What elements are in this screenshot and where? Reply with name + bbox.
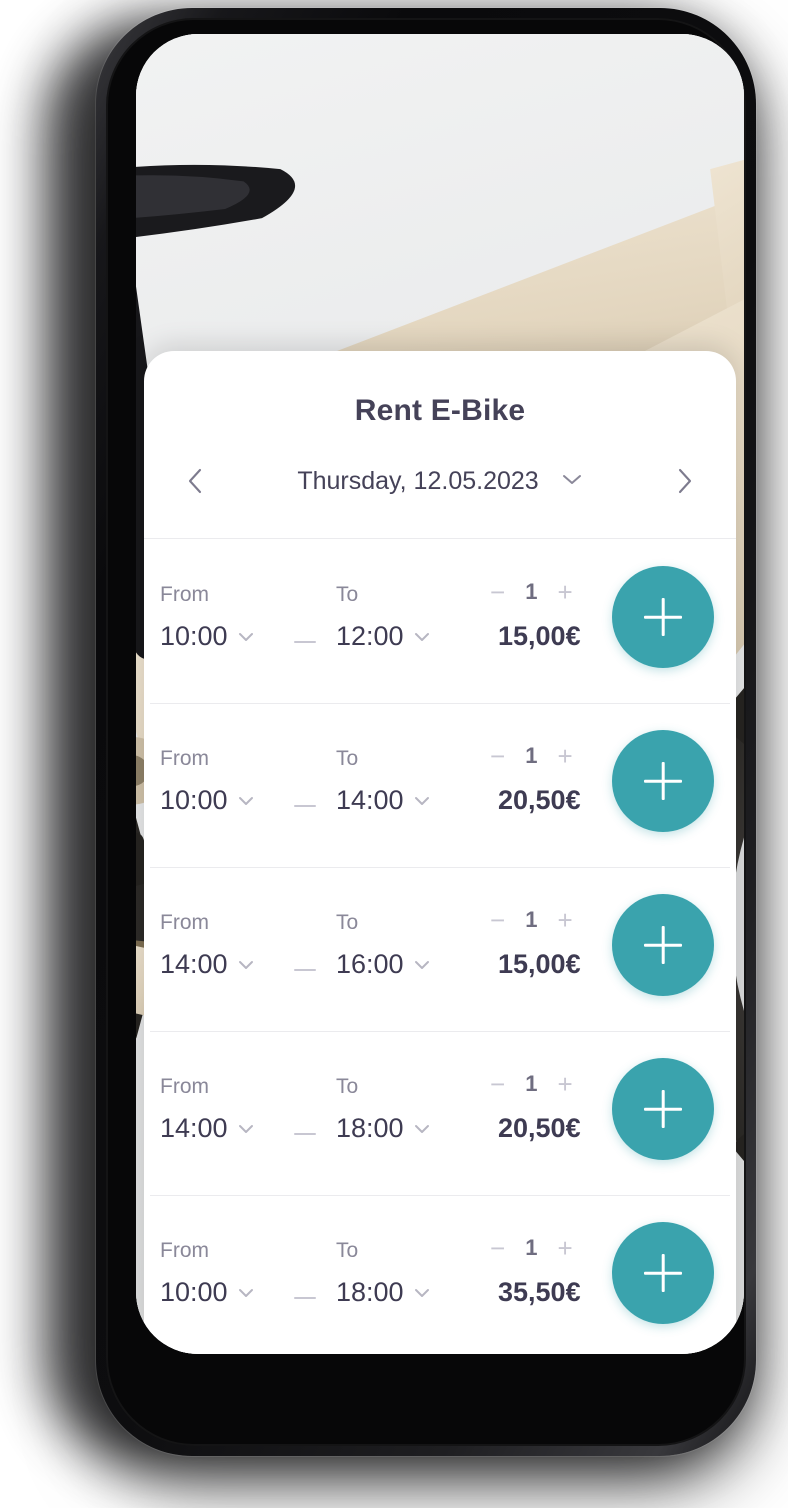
from-label: From — [160, 911, 209, 934]
decrement-button[interactable]: − — [490, 1071, 505, 1097]
screenshot-root: AIR — [0, 0, 788, 1508]
chevron-down-icon — [238, 796, 253, 805]
to-time-value: 14:00 — [336, 785, 404, 815]
to-label: To — [336, 1239, 359, 1262]
time-slot-row: From To − 1 + 10:00 14:00 20,50€ — [144, 703, 736, 867]
chevron-down-icon — [562, 474, 581, 484]
from-time-select[interactable]: 10:00 — [160, 1277, 255, 1308]
decrement-button[interactable]: − — [490, 579, 505, 605]
quantity-stepper: − 1 + — [490, 1235, 573, 1261]
to-time-select[interactable]: 16:00 — [336, 949, 431, 980]
quantity-stepper: − 1 + — [490, 743, 573, 769]
from-time-value: 14:00 — [160, 949, 228, 979]
time-range-dash — [294, 969, 316, 971]
from-label: From — [160, 1075, 209, 1098]
from-time-select[interactable]: 14:00 — [160, 949, 255, 980]
to-time-value: 12:00 — [336, 621, 404, 651]
chevron-down-icon — [414, 796, 429, 805]
chevron-down-icon — [238, 1124, 253, 1133]
increment-button[interactable]: + — [557, 579, 572, 605]
add-booking-button[interactable] — [612, 1058, 714, 1160]
to-label: To — [336, 583, 359, 606]
to-label: To — [336, 747, 359, 770]
increment-button[interactable]: + — [557, 1235, 572, 1261]
to-time-select[interactable]: 14:00 — [336, 785, 431, 816]
decrement-button[interactable]: − — [490, 743, 505, 769]
date-navigation-bar: Thursday, 12.05.2023 — [144, 428, 736, 498]
to-time-select[interactable]: 12:00 — [336, 621, 431, 652]
add-booking-button[interactable] — [612, 566, 714, 668]
decrement-button[interactable]: − — [490, 907, 505, 933]
from-label: From — [160, 1239, 209, 1262]
rent-bottom-sheet: Rent E-Bike Thursday, 12.05.2023 From To… — [144, 351, 736, 1354]
from-label: From — [160, 747, 209, 770]
chevron-down-icon — [414, 632, 429, 641]
to-label: To — [336, 1075, 359, 1098]
to-label: To — [336, 911, 359, 934]
from-time-select[interactable]: 10:00 — [160, 621, 255, 652]
phone-screen: AIR — [136, 34, 744, 1354]
add-booking-button[interactable] — [612, 1222, 714, 1324]
date-dropdown-button[interactable] — [561, 472, 583, 491]
quantity-value: 1 — [525, 907, 538, 932]
to-time-select[interactable]: 18:00 — [336, 1277, 431, 1308]
slot-price: 35,50€ — [498, 1277, 581, 1307]
time-slot-list: From To − 1 + 10:00 12:00 15,00€ From To… — [144, 539, 736, 1354]
chevron-down-icon — [238, 1288, 253, 1297]
phone-device-frame: AIR — [96, 8, 756, 1456]
quantity-value: 1 — [525, 579, 538, 604]
add-booking-button[interactable] — [612, 894, 714, 996]
time-slot-row: From To − 1 + 10:00 12:00 15,00€ — [144, 539, 736, 703]
quantity-value: 1 — [525, 743, 538, 768]
increment-button[interactable]: + — [557, 907, 572, 933]
add-booking-button[interactable] — [612, 730, 714, 832]
time-slot-row: From To − 1 + 10:00 18:00 35,50€ — [144, 1195, 736, 1354]
chevron-down-icon — [414, 1288, 429, 1297]
next-day-button[interactable] — [668, 464, 702, 498]
increment-button[interactable]: + — [557, 743, 572, 769]
increment-button[interactable]: + — [557, 1071, 572, 1097]
time-range-dash — [294, 641, 316, 643]
slot-price: 20,50€ — [498, 785, 581, 815]
from-time-value: 10:00 — [160, 621, 228, 651]
decrement-button[interactable]: − — [490, 1235, 505, 1261]
chevron-left-icon — [188, 468, 202, 494]
chevron-down-icon — [238, 632, 253, 641]
time-slot-row: From To − 1 + 14:00 16:00 15,00€ — [144, 867, 736, 1031]
from-time-select[interactable]: 14:00 — [160, 1113, 255, 1144]
chevron-down-icon — [238, 960, 253, 969]
quantity-stepper: − 1 + — [490, 1071, 573, 1097]
from-time-value: 14:00 — [160, 1113, 228, 1143]
time-slot-row: From To − 1 + 14:00 18:00 20,50€ — [144, 1031, 736, 1195]
chevron-down-icon — [414, 1124, 429, 1133]
to-time-value: 16:00 — [336, 949, 404, 979]
quantity-stepper: − 1 + — [490, 907, 573, 933]
quantity-value: 1 — [525, 1071, 538, 1096]
chevron-right-icon — [678, 468, 692, 494]
slot-price: 15,00€ — [498, 949, 581, 979]
selected-date-label: Thursday, 12.05.2023 — [297, 466, 539, 495]
to-time-value: 18:00 — [336, 1113, 404, 1143]
to-time-select[interactable]: 18:00 — [336, 1113, 431, 1144]
previous-day-button[interactable] — [178, 464, 212, 498]
from-time-value: 10:00 — [160, 1277, 228, 1307]
page-title: Rent E-Bike — [354, 394, 526, 427]
from-time-select[interactable]: 10:00 — [160, 785, 255, 816]
quantity-value: 1 — [525, 1235, 538, 1260]
quantity-stepper: − 1 + — [490, 579, 573, 605]
time-range-dash — [294, 805, 316, 807]
slot-price: 15,00€ — [498, 621, 581, 651]
chevron-down-icon — [414, 960, 429, 969]
to-time-value: 18:00 — [336, 1277, 404, 1307]
slot-price: 20,50€ — [498, 1113, 581, 1143]
time-range-dash — [294, 1297, 316, 1299]
time-range-dash — [294, 1133, 316, 1135]
from-label: From — [160, 583, 209, 606]
from-time-value: 10:00 — [160, 785, 228, 815]
date-selector[interactable]: Thursday, 12.05.2023 — [212, 467, 668, 496]
